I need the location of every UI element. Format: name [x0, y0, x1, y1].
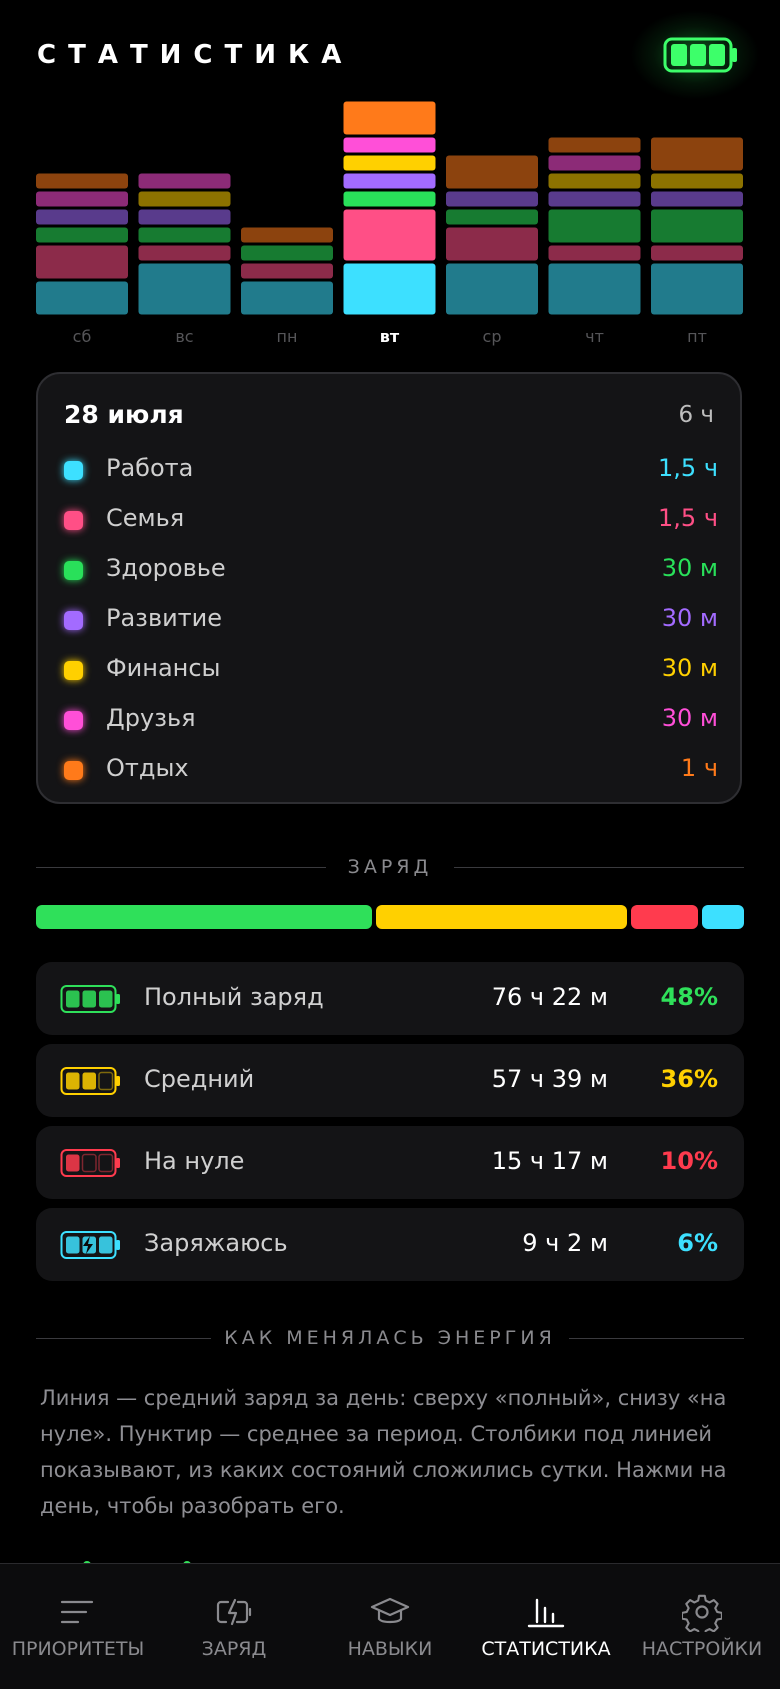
category-value: 1,5 ч — [658, 454, 718, 482]
category-row: Семья 1,5 ч — [64, 502, 718, 542]
nav-tab-menu[interactable]: ПРИОРИТЕТЫ — [0, 1564, 156, 1689]
charge-state-label: На нуле — [144, 1147, 245, 1175]
day-column-сб[interactable] — [36, 100, 128, 316]
category-color-dot — [64, 511, 83, 530]
category-value: 30 м — [661, 554, 718, 582]
day-label[interactable]: вс — [175, 327, 193, 346]
charge-state-card[interactable]: На нуле 15 ч 17 м 10% — [36, 1126, 744, 1199]
category-color-dot — [64, 461, 83, 480]
week-stacked-bar-chart: сб вс пн вт ср чт пт — [36, 100, 743, 346]
nav-tab-graduation-cap[interactable]: НАВЫКИ — [312, 1564, 468, 1689]
battery-status-icon — [663, 37, 737, 73]
charge-state-percent: 6% — [677, 1229, 718, 1257]
category-row: Друзья 30 м — [64, 702, 718, 742]
charge-section-heading: ЗАРЯД — [36, 852, 744, 882]
energy-heading-text: КАК МЕНЯЛАСЬ ЭНЕРГИЯ — [224, 1327, 556, 1349]
charge-state-percent: 48% — [660, 983, 718, 1011]
day-label[interactable]: пт — [687, 327, 707, 346]
charge-distribution-bar — [36, 905, 744, 929]
charge-state-label: Полный заряд — [144, 983, 324, 1011]
nav-tab-label: НАВЫКИ — [347, 1638, 433, 1660]
charge-state-time: 57 ч 39 м — [491, 1065, 608, 1093]
charge-state-card[interactable]: Заряжаюсь 9 ч 2 м 6% — [36, 1208, 744, 1281]
charge-heading-text: ЗАРЯД — [347, 856, 433, 878]
category-label: Отдых — [106, 754, 189, 782]
gear-icon — [680, 1592, 723, 1637]
day-column-пт[interactable] — [651, 100, 743, 316]
day-label[interactable]: ср — [483, 327, 502, 346]
charge-state-label: Средний — [144, 1065, 255, 1093]
charge-segment-empty — [630, 905, 698, 929]
charge-state-label: Заряжаюсь — [144, 1229, 288, 1257]
day-column-вт[interactable] — [344, 100, 436, 316]
category-value: 30 м — [661, 604, 718, 632]
category-row: Работа 1,5 ч — [64, 452, 718, 492]
category-value: 1 ч — [680, 754, 718, 782]
day-label[interactable]: сб — [73, 327, 92, 346]
category-label: Здоровье — [106, 554, 226, 582]
day-column-ср[interactable] — [446, 100, 538, 316]
energy-description: Линия — средний заряд за день: сверху «п… — [40, 1386, 727, 1518]
charge-state-percent: 36% — [660, 1065, 718, 1093]
day-details-card: 28 июля 6 ч Работа 1,5 ч Семья 1,5 ч Здоровь… — [36, 372, 742, 804]
category-value: 30 м — [661, 654, 718, 682]
battery-charging-icon — [60, 1230, 122, 1260]
category-label: Друзья — [106, 704, 196, 732]
category-color-dot — [64, 661, 83, 680]
battery-medium-icon — [60, 1066, 122, 1096]
day-column-вс[interactable] — [139, 100, 231, 316]
page-title: СТАТИСТИКА — [37, 40, 354, 70]
day-column-пн[interactable] — [241, 100, 333, 316]
category-label: Финансы — [106, 654, 221, 682]
category-label: Семья — [106, 504, 185, 532]
category-row: Финансы 30 м — [64, 652, 718, 692]
battery-full-icon — [60, 984, 122, 1014]
energy-section-heading: КАК МЕНЯЛАСЬ ЭНЕРГИЯ — [36, 1323, 744, 1353]
charge-state-percent: 10% — [660, 1147, 718, 1175]
day-label[interactable]: вт — [380, 327, 400, 346]
category-row: Здоровье 30 м — [64, 552, 718, 592]
day-date: 28 июля — [64, 400, 184, 429]
category-label: Работа — [106, 454, 194, 482]
menu-icon — [58, 1592, 98, 1632]
category-row: Развитие 30 м — [64, 602, 718, 642]
graduation-cap-icon — [370, 1592, 410, 1632]
nav-tab-label: НАСТРОЙКИ — [641, 1638, 763, 1660]
category-color-dot — [64, 761, 83, 780]
category-color-dot — [64, 611, 83, 630]
nav-tab-label: СТАТИСТИКА — [481, 1638, 611, 1660]
charge-state-time: 9 ч 2 м — [522, 1229, 608, 1257]
category-row: Отдых 1 ч — [64, 752, 718, 792]
charge-state-time: 15 ч 17 м — [491, 1147, 608, 1175]
day-column-чт[interactable] — [549, 100, 641, 316]
category-value: 30 м — [661, 704, 718, 732]
nav-tab-label: ЗАРЯД — [201, 1638, 267, 1660]
day-total: 6 ч — [678, 402, 714, 428]
charge-segment-medium — [375, 905, 627, 929]
category-color-dot — [64, 711, 83, 730]
day-label[interactable]: чт — [585, 327, 604, 346]
bar-chart-icon — [526, 1592, 566, 1632]
bottom-navigation: ПРИОРИТЕТЫ ЗАРЯД НАВЫКИ СТАТИСТИКА НАСТРОЙКИ — [0, 1563, 780, 1689]
charge-segment-full — [36, 905, 372, 929]
charge-icon — [214, 1592, 254, 1632]
category-value: 1,5 ч — [658, 504, 718, 532]
category-color-dot — [64, 561, 83, 580]
nav-tab-gear[interactable]: НАСТРОЙКИ — [624, 1564, 780, 1689]
nav-tab-charge[interactable]: ЗАРЯД — [156, 1564, 312, 1689]
nav-tab-bar-chart[interactable]: СТАТИСТИКА — [468, 1564, 624, 1689]
nav-tab-label: ПРИОРИТЕТЫ — [11, 1638, 145, 1660]
charge-state-card[interactable]: Полный заряд 76 ч 22 м 48% — [36, 962, 744, 1035]
category-label: Развитие — [106, 604, 223, 632]
charge-segment-charging — [701, 905, 744, 929]
day-label[interactable]: пн — [277, 327, 298, 346]
battery-empty-icon — [60, 1148, 122, 1178]
charge-state-card[interactable]: Средний 57 ч 39 м 36% — [36, 1044, 744, 1117]
charge-state-time: 76 ч 22 м — [491, 983, 608, 1011]
